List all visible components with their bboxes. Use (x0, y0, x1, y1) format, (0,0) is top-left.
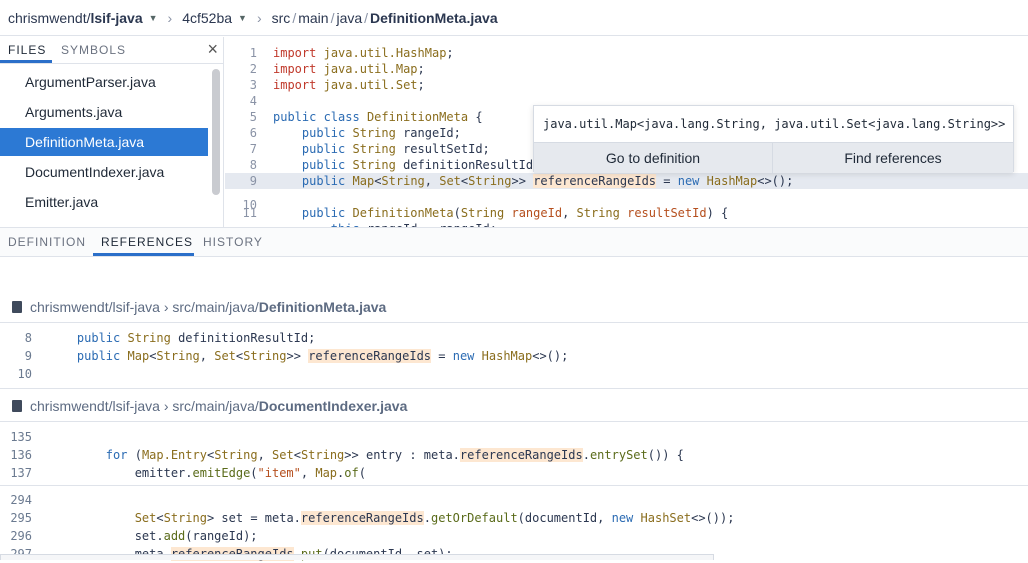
reference-line[interactable]: 9 public Map<String, Set<String>> refere… (0, 347, 1028, 365)
revision-label: 4cf52ba (182, 9, 233, 26)
close-icon[interactable]: × (207, 39, 219, 60)
reference-dir: src/main/java/ (172, 299, 259, 315)
file-item[interactable]: Emitter.java (0, 188, 208, 216)
reference-line[interactable]: 294 (0, 491, 1028, 509)
reference-file-header[interactable]: chrismwendt/lsif-java › src/main/java/Do… (0, 391, 1028, 422)
line-number[interactable]: 4 (225, 93, 257, 109)
file-sidebar: FILES SYMBOLS × ArgumentParser.java Argu… (0, 37, 224, 227)
breadcrumb: src / main / java / DefinitionMeta.java (271, 9, 498, 26)
repo-name: lsif-java (90, 9, 143, 26)
top-bar: chrismwendt / lsif-java ▼ › 4cf52ba ▼ › sr… (0, 0, 1028, 36)
reference-file: DocumentIndexer.java (258, 398, 408, 414)
divider (0, 388, 1028, 389)
chevron-right-icon: › (256, 9, 262, 26)
line-number[interactable]: 1 (225, 45, 257, 61)
reference-dir: src/main/java/ (172, 398, 259, 414)
file-item-selected[interactable]: DefinitionMeta.java (0, 128, 208, 156)
path-part[interactable]: main (298, 10, 328, 26)
hovered-token[interactable]: referenceRangeIds (533, 174, 657, 188)
line-number[interactable]: 7 (225, 141, 257, 157)
repo-owner: chrismwendt (8, 9, 87, 26)
breadcrumb-file[interactable]: DefinitionMeta.java (370, 10, 498, 26)
reference-line[interactable]: 136 for (Map.Entry<String, Set<String>> … (0, 446, 1028, 464)
tab-definition[interactable]: DEFINITION (8, 235, 86, 249)
file-icon (12, 400, 22, 412)
code-line: 3 import java.util.Set; (225, 77, 1028, 93)
sidebar-scrollbar[interactable] (212, 69, 220, 195)
divider (0, 485, 1028, 486)
sidebar-tabs: FILES SYMBOLS × (0, 37, 223, 64)
line-number[interactable]: 9 (225, 173, 257, 189)
chevron-down-icon: ▼ (148, 12, 158, 23)
code-line-highlighted: 9 public Map<String, Set<String>> refere… (225, 173, 1028, 189)
reference-line[interactable]: 135 (0, 428, 1028, 446)
reference-file: DefinitionMeta.java (258, 299, 387, 315)
chevron-right-icon: › (167, 9, 173, 26)
reference-line[interactable]: 137 emitter.emitEdge("item", Map.of( (0, 464, 1028, 482)
go-to-definition-button[interactable]: Go to definition (534, 142, 773, 173)
tab-history[interactable]: HISTORY (203, 235, 263, 249)
reference-repo: chrismwendt/lsif-java (30, 398, 160, 414)
active-tab-indicator (93, 253, 194, 256)
line-number[interactable]: 2 (225, 61, 257, 77)
chevron-down-icon: ▼ (238, 12, 247, 23)
hover-tooltip: java.util.Map<java.lang.String, java.uti… (533, 105, 1014, 173)
revision-selector[interactable]: 4cf52ba ▼ (182, 10, 247, 26)
file-item[interactable]: DocumentIndexer.java (0, 158, 208, 186)
tab-references[interactable]: REFERENCES (101, 235, 193, 249)
reference-repo: chrismwendt/lsif-java (30, 299, 160, 315)
tab-files[interactable]: FILES (8, 43, 46, 57)
file-item[interactable]: ArgumentParser.java (0, 68, 208, 96)
file-item[interactable]: Arguments.java (0, 98, 208, 126)
line-number[interactable]: 5 (225, 109, 257, 125)
find-references-button[interactable]: Find references (773, 142, 1013, 173)
code-line: 1 import java.util.HashMap; (225, 45, 1028, 61)
reference-file-header[interactable]: chrismwendt/lsif-java › src/main/java/De… (0, 292, 1028, 323)
reference-line[interactable]: 296 set.add(rangeId); (0, 527, 1028, 545)
panel-tabs: DEFINITION REFERENCES HISTORY (0, 227, 1028, 257)
code-line: 2 import java.util.Map; (225, 61, 1028, 77)
repo-selector[interactable]: chrismwendt / lsif-java ▼ (8, 10, 158, 26)
line-number[interactable]: 8 (225, 157, 257, 173)
path-part[interactable]: java (336, 10, 362, 26)
file-icon (12, 301, 22, 313)
line-number[interactable]: 3 (225, 77, 257, 93)
tab-symbols[interactable]: SYMBOLS (61, 43, 126, 57)
reference-line[interactable]: 10 (0, 365, 1028, 383)
horizontal-scrollbar[interactable] (0, 554, 714, 560)
hover-signature: java.util.Map<java.lang.String, java.uti… (543, 117, 1006, 131)
line-number[interactable]: 6 (225, 125, 257, 141)
reference-line[interactable]: 295 Set<String> set = meta.referenceRang… (0, 509, 1028, 527)
active-tab-indicator (0, 60, 52, 63)
line-number[interactable]: 11 (225, 205, 257, 221)
code-line: 11 public DefinitionMeta(String rangeId,… (225, 205, 1028, 221)
reference-line[interactable]: 8 public String definitionResultId; (0, 329, 1028, 347)
path-part[interactable]: src (272, 10, 291, 26)
